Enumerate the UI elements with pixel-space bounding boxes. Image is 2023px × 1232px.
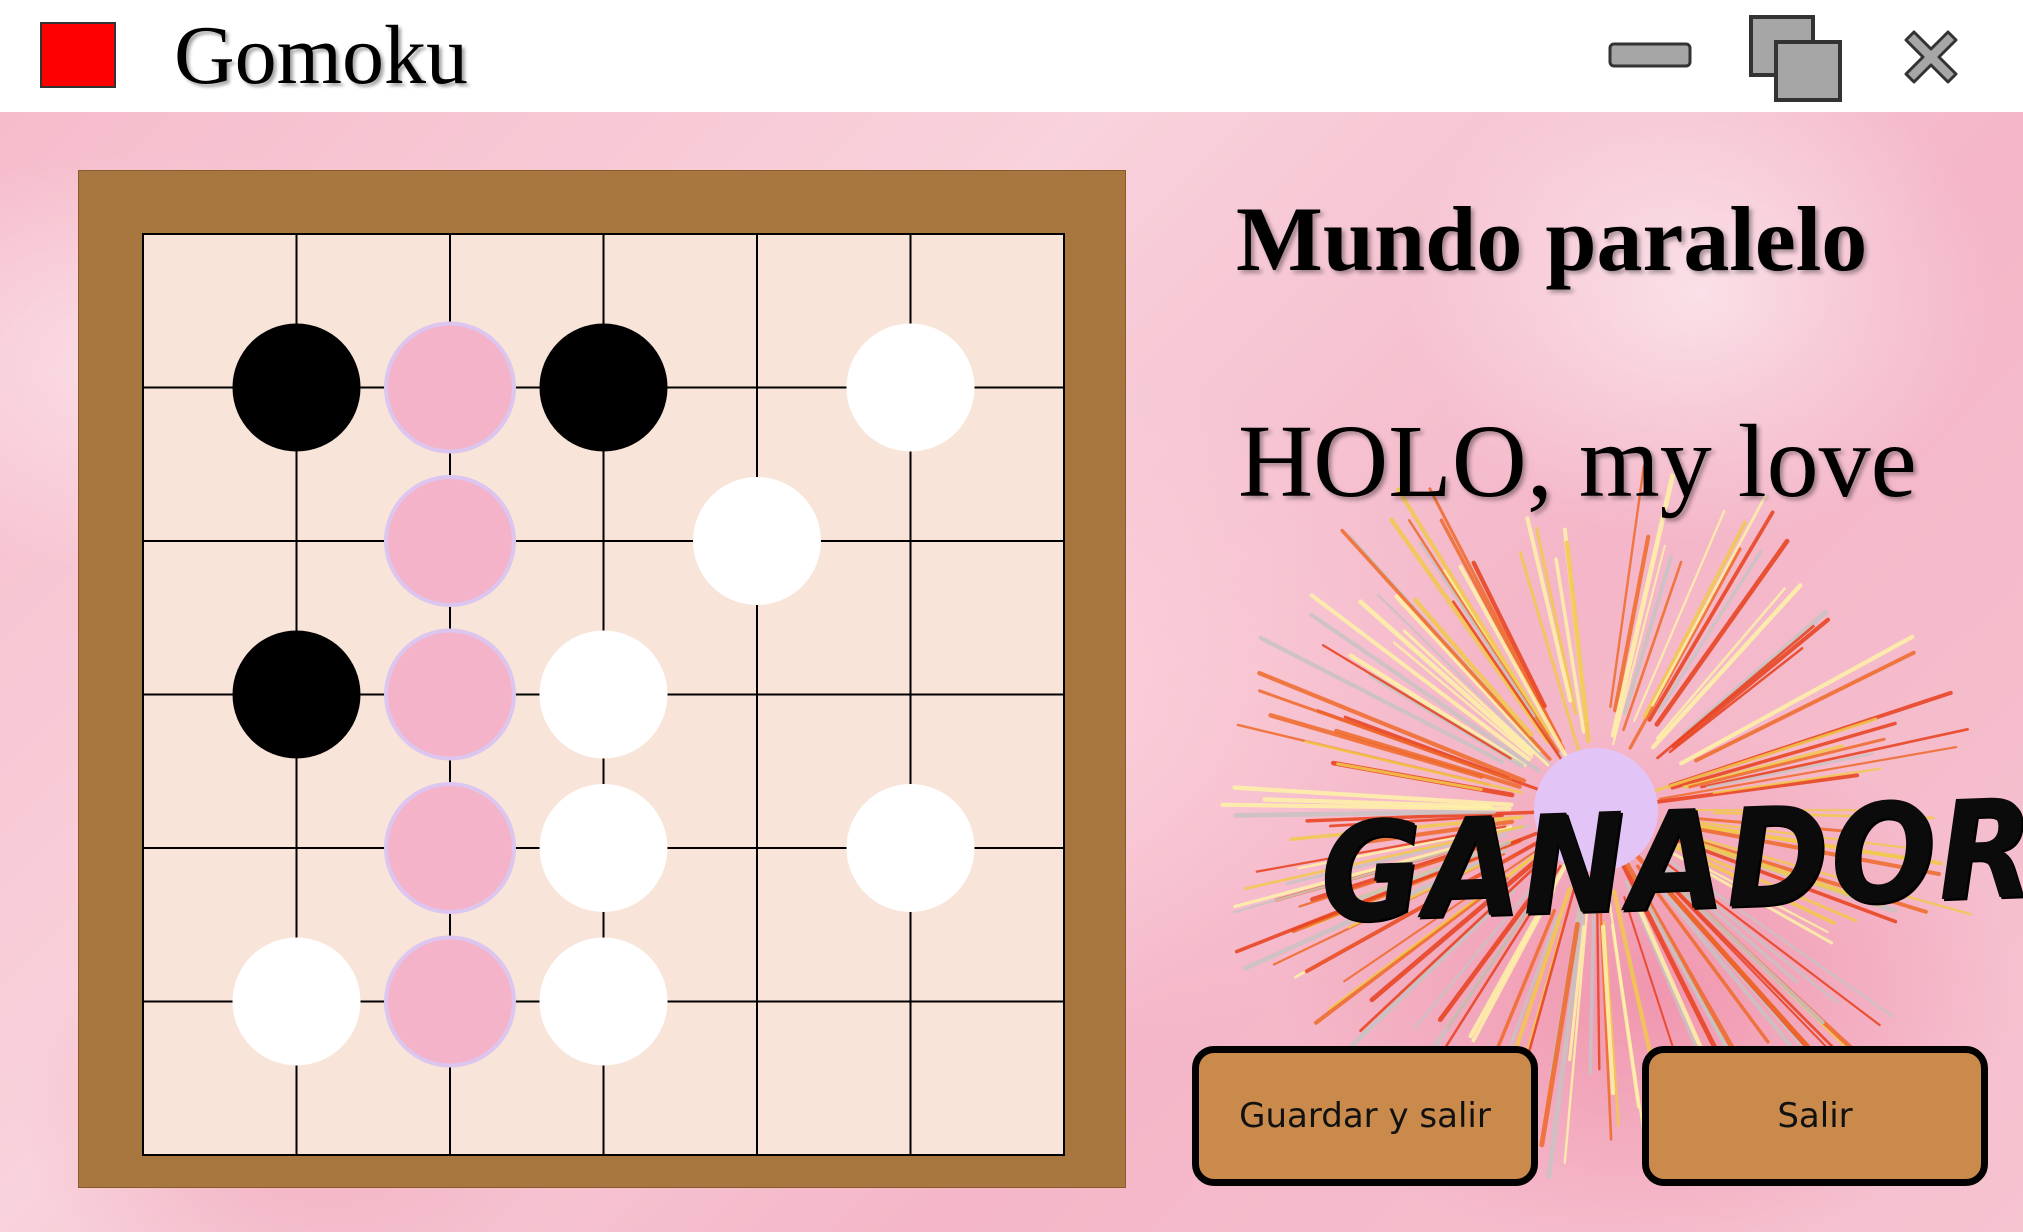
black-stone[interactable] bbox=[232, 630, 361, 759]
level-name: Mundo paralelo bbox=[1236, 188, 1868, 290]
close-button[interactable] bbox=[1896, 22, 1966, 92]
white-stone[interactable] bbox=[846, 784, 975, 912]
pink-stone[interactable] bbox=[384, 475, 516, 607]
save-and-exit-button[interactable]: Guardar y salir bbox=[1192, 1046, 1538, 1186]
pink-stone[interactable] bbox=[384, 935, 516, 1068]
white-stone[interactable] bbox=[539, 937, 668, 1066]
maximize-icon bbox=[1749, 15, 1842, 102]
minimize-button[interactable] bbox=[1608, 40, 1692, 70]
black-stone[interactable] bbox=[232, 323, 361, 452]
window-title: Gomoku bbox=[174, 9, 468, 102]
board-frame bbox=[78, 170, 1126, 1188]
exit-button[interactable]: Salir bbox=[1642, 1046, 1988, 1186]
firework-ray bbox=[1651, 494, 1767, 707]
pink-stone[interactable] bbox=[384, 782, 516, 914]
white-stone[interactable] bbox=[693, 477, 821, 605]
black-stone[interactable] bbox=[539, 323, 668, 452]
maximize-button[interactable] bbox=[1748, 14, 1844, 104]
title-bar: Gomoku bbox=[0, 0, 2023, 112]
pink-stone[interactable] bbox=[384, 628, 516, 761]
white-stone[interactable] bbox=[539, 630, 668, 759]
game-area: Mundo paralelo HOLO, my love GANADOR Gua… bbox=[0, 112, 2023, 1232]
winner-label: GANADOR bbox=[1317, 770, 2023, 954]
pink-stone[interactable] bbox=[384, 321, 516, 454]
gomoku-board[interactable] bbox=[79, 171, 1125, 1187]
app-icon bbox=[40, 22, 116, 88]
white-stone[interactable] bbox=[232, 937, 361, 1066]
white-stone[interactable] bbox=[846, 323, 975, 452]
white-stone[interactable] bbox=[539, 784, 668, 912]
minimize-icon bbox=[1608, 42, 1692, 68]
winner-player-name: HOLO, my love bbox=[1238, 404, 1917, 519]
close-icon bbox=[1904, 30, 1958, 84]
